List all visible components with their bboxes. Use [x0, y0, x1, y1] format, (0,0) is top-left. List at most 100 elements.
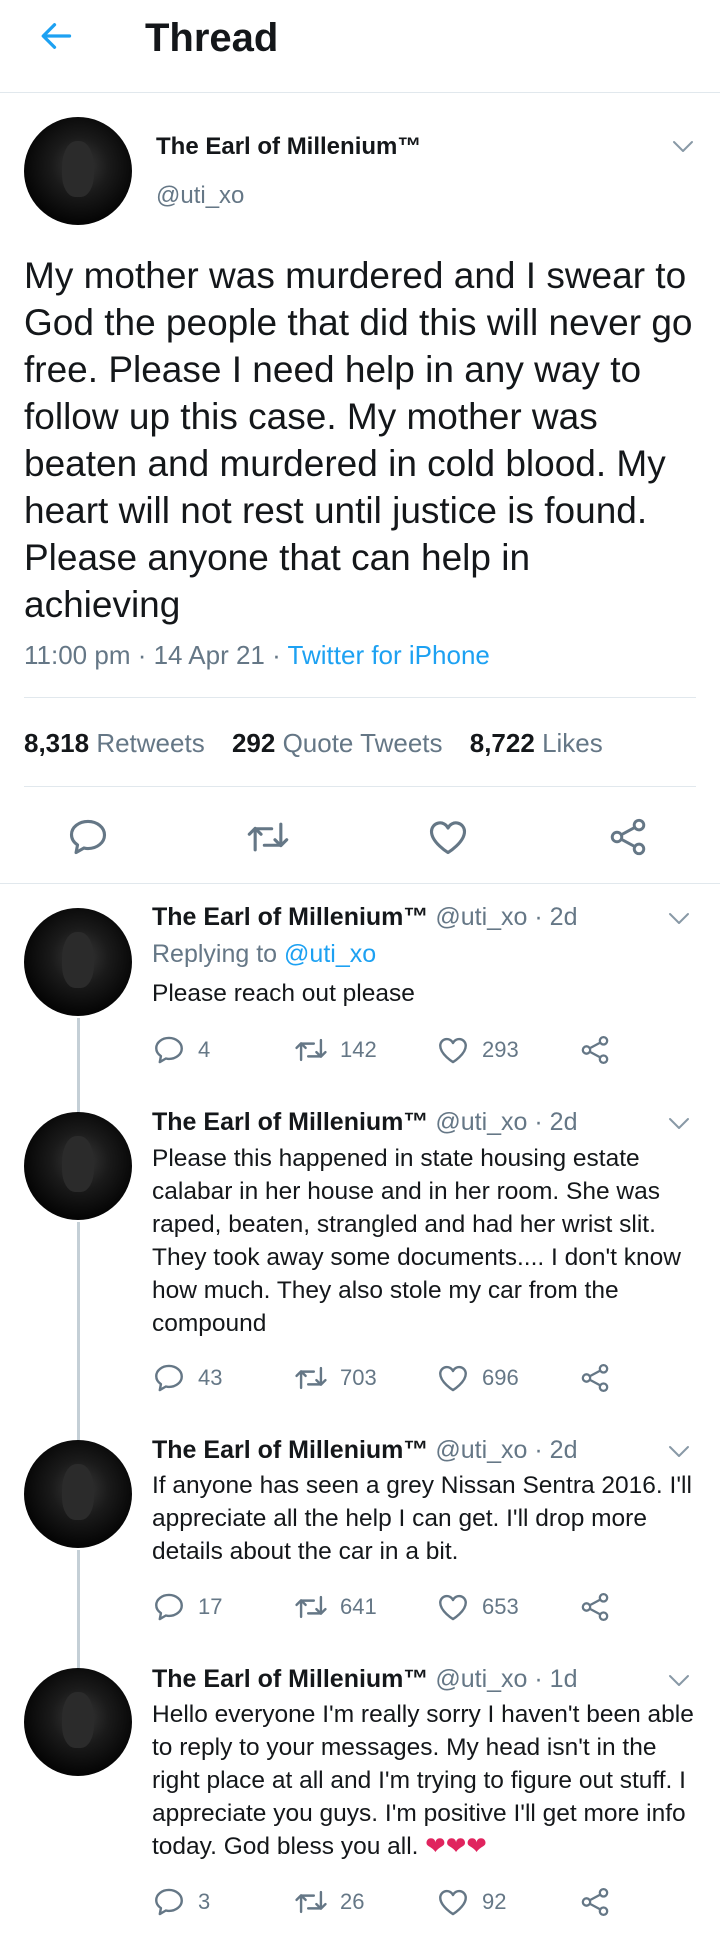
- divider: [24, 786, 696, 787]
- retweet-icon[interactable]: [294, 1361, 328, 1395]
- header-bar: Thread: [0, 0, 720, 93]
- share-icon[interactable]: [606, 815, 650, 859]
- share-icon[interactable]: [578, 1885, 612, 1919]
- tweet-text: My mother was murdered and I swear to Go…: [24, 255, 693, 625]
- divider: [0, 883, 720, 884]
- comment-icon[interactable]: [152, 1590, 186, 1624]
- retweet-icon[interactable]: [246, 815, 290, 859]
- reply-comment-button[interactable]: 4: [152, 1030, 210, 1070]
- retweet-icon[interactable]: [294, 1590, 328, 1624]
- comment-icon[interactable]: [152, 1885, 186, 1919]
- like-count: 293: [482, 1037, 519, 1062]
- replying-to: Replying to @uti_xo: [152, 940, 376, 969]
- retweets-count: 8,318: [24, 728, 90, 758]
- comment-count: 4: [198, 1037, 211, 1062]
- like-icon[interactable]: [436, 1033, 470, 1067]
- retweet-count: 703: [340, 1365, 377, 1390]
- thread-line: [77, 1222, 80, 1444]
- reply-header: The Earl of Millenium™ @uti_xo · 2d: [152, 1108, 578, 1137]
- thread-line: [77, 1018, 80, 1116]
- chevron-down-icon[interactable]: [672, 140, 694, 154]
- comment-count: 43: [198, 1365, 223, 1390]
- likes-label: Likes: [542, 728, 603, 758]
- reply-comment-button[interactable]: 3: [152, 1882, 210, 1922]
- reply-share-button[interactable]: [578, 1358, 612, 1398]
- like-icon[interactable]: [436, 1590, 470, 1624]
- chevron-down-icon[interactable]: [668, 1674, 690, 1688]
- reply-meta: @uti_xo · 1d: [435, 1665, 578, 1693]
- tweet-source-link[interactable]: Twitter for iPhone: [288, 640, 490, 670]
- reply-meta: @uti_xo · 2d: [435, 1436, 578, 1464]
- quotes-stat[interactable]: 292 Quote Tweets: [232, 728, 443, 758]
- retweets-label: Retweets: [96, 728, 205, 758]
- reply-author-name[interactable]: The Earl of Millenium™: [152, 1665, 428, 1693]
- reply-meta: @uti_xo · 2d: [435, 903, 578, 931]
- like-count: 92: [482, 1889, 507, 1914]
- reply-share-button[interactable]: [578, 1882, 612, 1922]
- reply-retweet-button[interactable]: 142: [294, 1030, 377, 1070]
- avatar[interactable]: [24, 1112, 132, 1220]
- share-icon[interactable]: [578, 1033, 612, 1067]
- avatar[interactable]: [24, 117, 132, 225]
- reply-share-button[interactable]: [578, 1587, 612, 1627]
- retweet-count: 142: [340, 1037, 377, 1062]
- reply-comment-button[interactable]: 17: [152, 1587, 222, 1627]
- author-name[interactable]: The Earl of Millenium™: [156, 133, 421, 161]
- comment-icon[interactable]: [66, 815, 110, 859]
- quotes-label: Quote Tweets: [282, 728, 443, 758]
- chevron-down-icon[interactable]: [668, 912, 690, 926]
- thread-line: [77, 1550, 80, 1670]
- like-icon[interactable]: [436, 1361, 470, 1395]
- reply-author-name[interactable]: The Earl of Millenium™: [152, 903, 428, 931]
- reply-text: If anyone has seen a grey Nissan Sentra …: [152, 1472, 692, 1565]
- reply-text: Please reach out please: [152, 980, 415, 1007]
- retweets-stat[interactable]: 8,318 Retweets: [24, 728, 205, 758]
- reply-text: Hello everyone I'm really sorry I haven'…: [152, 1698, 697, 1863]
- avatar[interactable]: [24, 1440, 132, 1548]
- reply-retweet-button[interactable]: 703: [294, 1358, 377, 1398]
- comment-count: 3: [198, 1889, 211, 1914]
- tweet-time: 11:00 pm · 14 Apr 21 ·: [24, 640, 281, 670]
- retweet-count: 26: [340, 1889, 365, 1914]
- reply-author-name[interactable]: The Earl of Millenium™: [152, 1108, 428, 1136]
- chevron-down-icon[interactable]: [668, 1445, 690, 1459]
- comment-count: 17: [198, 1594, 223, 1619]
- reply-header: The Earl of Millenium™ @uti_xo · 1d: [152, 1665, 578, 1694]
- comment-icon[interactable]: [152, 1361, 186, 1395]
- retweet-icon[interactable]: [294, 1885, 328, 1919]
- replying-prefix: Replying to: [152, 940, 278, 968]
- reply-like-button[interactable]: 653: [436, 1587, 519, 1627]
- likes-count: 8,722: [469, 728, 535, 758]
- tweet-meta: 11:00 pm · 14 Apr 21 · Twitter for iPhon…: [24, 640, 490, 671]
- quotes-count: 292: [231, 728, 276, 758]
- reply-retweet-button[interactable]: 641: [294, 1587, 377, 1627]
- like-count: 653: [482, 1594, 519, 1619]
- reply-like-button[interactable]: 293: [436, 1030, 519, 1070]
- reply-like-button[interactable]: 92: [436, 1882, 506, 1922]
- avatar[interactable]: [24, 1668, 132, 1776]
- comment-icon[interactable]: [152, 1033, 186, 1067]
- avatar[interactable]: [24, 908, 132, 1016]
- reply-header: The Earl of Millenium™ @uti_xo · 2d: [152, 903, 578, 932]
- page-title: Thread: [145, 16, 279, 60]
- share-icon[interactable]: [578, 1361, 612, 1395]
- back-arrow-icon[interactable]: [38, 18, 74, 54]
- author-handle[interactable]: @uti_xo: [156, 182, 244, 210]
- like-count: 696: [482, 1365, 519, 1390]
- likes-stat[interactable]: 8,722 Likes: [470, 728, 603, 758]
- like-icon[interactable]: [436, 1885, 470, 1919]
- chevron-down-icon[interactable]: [668, 1117, 690, 1131]
- divider: [24, 697, 696, 698]
- retweet-icon[interactable]: [294, 1033, 328, 1067]
- replying-handle-link[interactable]: @uti_xo: [284, 940, 376, 968]
- reply-like-button[interactable]: 696: [436, 1358, 519, 1398]
- reply-text: Please this happened in state housing es…: [152, 1145, 681, 1337]
- reply-author-name[interactable]: The Earl of Millenium™: [152, 1436, 428, 1464]
- reply-retweet-button[interactable]: 26: [294, 1882, 364, 1922]
- share-icon[interactable]: [578, 1590, 612, 1624]
- reply-share-button[interactable]: [578, 1030, 612, 1070]
- reply-meta: @uti_xo · 2d: [435, 1108, 578, 1136]
- reply-comment-button[interactable]: 43: [152, 1358, 222, 1398]
- like-icon[interactable]: [426, 815, 470, 859]
- retweet-count: 641: [340, 1594, 377, 1619]
